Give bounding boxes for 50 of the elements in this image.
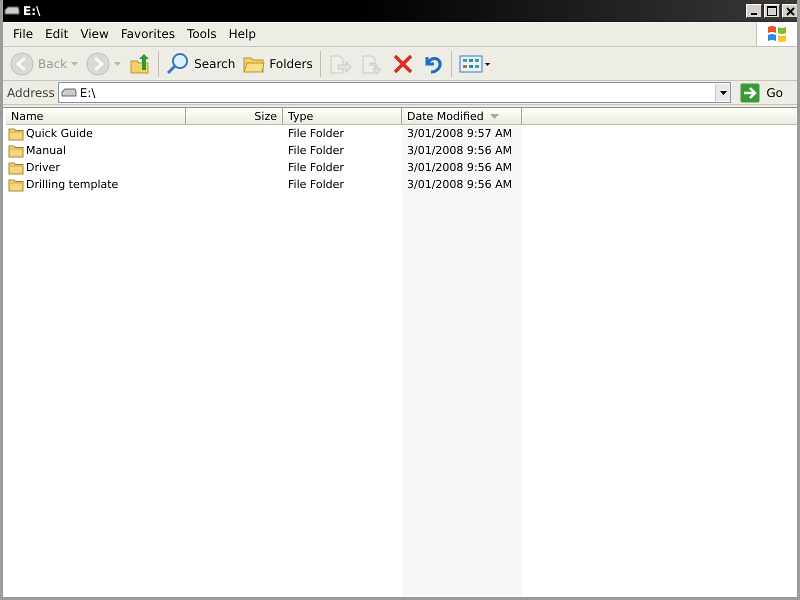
address-field[interactable]: E:\ [58,82,732,103]
sort-arrow-icon [490,114,499,118]
drive-icon [4,6,20,16]
window-title: E:\ [23,4,40,18]
folders-button[interactable]: Folders [240,52,316,76]
date-modified: 3/01/2008 9:56 AM [407,178,512,191]
dropdown-arrow-icon [720,90,727,94]
close-button[interactable] [782,4,797,18]
folder-icon [8,144,24,158]
date-modified: 3/01/2008 9:56 AM [407,161,512,174]
delete-icon [392,52,414,74]
column-header[interactable]: Date Modified [402,108,522,125]
menu-item[interactable]: File [7,27,40,41]
file-name[interactable]: Quick Guide [6,125,186,142]
flag-icon [766,24,788,44]
file-type: File Folder [288,178,344,191]
drive-icon [60,88,77,98]
go-button[interactable]: Go [734,82,793,102]
close-icon [786,6,794,16]
dropdown-arrow-icon [114,62,122,66]
menu-item[interactable]: Help [222,27,262,41]
views-icon [458,54,491,74]
file-type: File Folder [288,161,344,174]
menu-item[interactable]: Tools [181,27,223,41]
address-label: Address [7,86,55,100]
copy-to-icon [360,52,384,74]
maximize-icon [767,6,777,16]
menu-item[interactable]: View [74,27,115,41]
file-name[interactable]: Driver [6,159,186,176]
date-modified: 3/01/2008 9:56 AM [407,144,512,157]
column-header[interactable]: Name [6,108,186,125]
menu-item[interactable]: Favorites [114,27,182,41]
folder-up-icon [129,52,152,74]
minimize-button[interactable] [746,4,762,18]
file-type: File Folder [288,144,344,157]
move-to-icon [328,52,352,74]
folder-icon [8,160,24,174]
column-header[interactable]: Size [186,108,283,125]
file-name[interactable]: Drilling template [6,176,186,193]
menu-item[interactable]: Edit [39,27,74,41]
file-name[interactable]: Manual [6,142,186,159]
folder-icon [8,178,24,192]
dropdown-arrow-icon [71,62,78,66]
maximize-button[interactable] [764,4,780,18]
date-modified: 3/01/2008 9:57 AM [407,127,512,140]
column-header[interactable]: Type [283,108,402,125]
file-type: File Folder [288,127,344,140]
search-icon [166,52,190,76]
search-button[interactable]: Search [163,50,238,78]
folder-icon [8,126,24,140]
